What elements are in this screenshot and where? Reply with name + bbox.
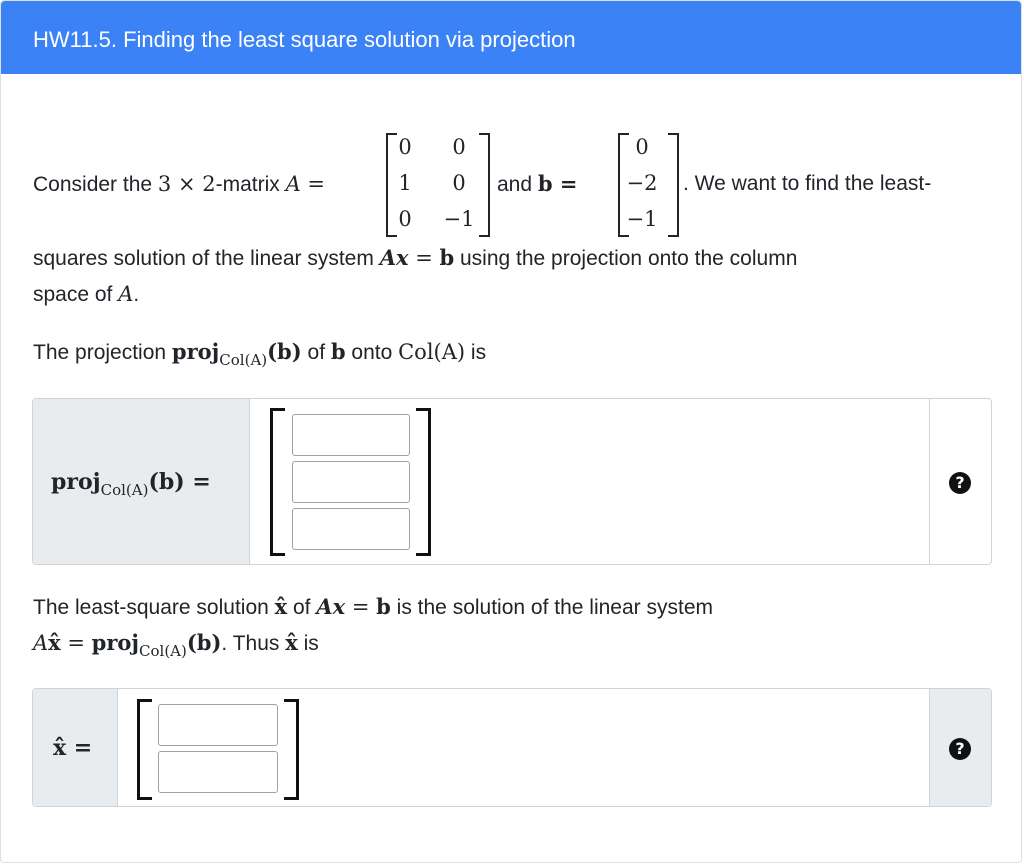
solution-right-bracket [284,699,299,800]
intro-line-1: Consider the 3 × 2-matrix A = [33,172,326,196]
projection-help-box: ? [929,399,991,564]
help-icon[interactable]: ? [949,472,971,494]
matrix-A-right-bracket [479,133,490,237]
solution-label-box: x̂ = [33,689,118,806]
projection-label: projCol(A)(b) = [51,469,211,499]
intro-line-3: space of A. [33,282,140,306]
projection-left-bracket [270,408,285,556]
help-icon[interactable]: ? [949,738,971,760]
matrix-A-cell: 0 [452,135,466,159]
solution-help-box: ? [929,689,991,806]
projection-input-group: projCol(A)(b) = ? [32,398,992,565]
and-b-label: and b = [497,171,578,196]
intro-line-2: squares solution of the linear system Ax… [33,245,798,270]
solution-left-bracket [137,699,152,800]
projection-prompt: The projection projCol(A)(b) of b onto C… [33,339,487,369]
card-header: HW11.5. Finding the least square solutio… [1,1,1021,74]
matrix-A-cell: 0 [398,135,412,159]
vector-b-cell: −2 [626,171,658,195]
question-card: HW11.5. Finding the least square solutio… [0,0,1022,863]
matrix-A-cell: 0 [398,207,412,231]
solution-input-group: x̂ = ? [32,688,992,807]
vector-b-right-bracket [668,133,679,237]
projection-label-box: projCol(A)(b) = [33,399,250,564]
projection-cell-2[interactable] [292,461,410,503]
vector-b-cell: −1 [626,207,658,231]
matrix-A-cell: 1 [398,171,412,195]
projection-right-bracket [416,408,431,556]
projection-cell-1[interactable] [292,414,410,456]
solution-cell-2[interactable] [158,751,278,793]
matrix-A-cell: −1 [443,207,475,231]
projection-cell-3[interactable] [292,508,410,550]
solution-prompt-line-1: The least-square solution x̂ of Ax = b i… [33,594,713,619]
solution-label: x̂ = [53,735,93,761]
solution-cell-1[interactable] [158,704,278,746]
matrix-A-cell: 0 [452,171,466,195]
vector-b-cell: 0 [635,135,649,159]
solution-prompt-line-2: Ax̂ = projCol(A)(b). Thus x̂ is [33,630,319,660]
question-title: HW11.5. Finding the least square solutio… [33,27,576,52]
intro-line-1-end: . We want to find the least- [683,172,932,195]
